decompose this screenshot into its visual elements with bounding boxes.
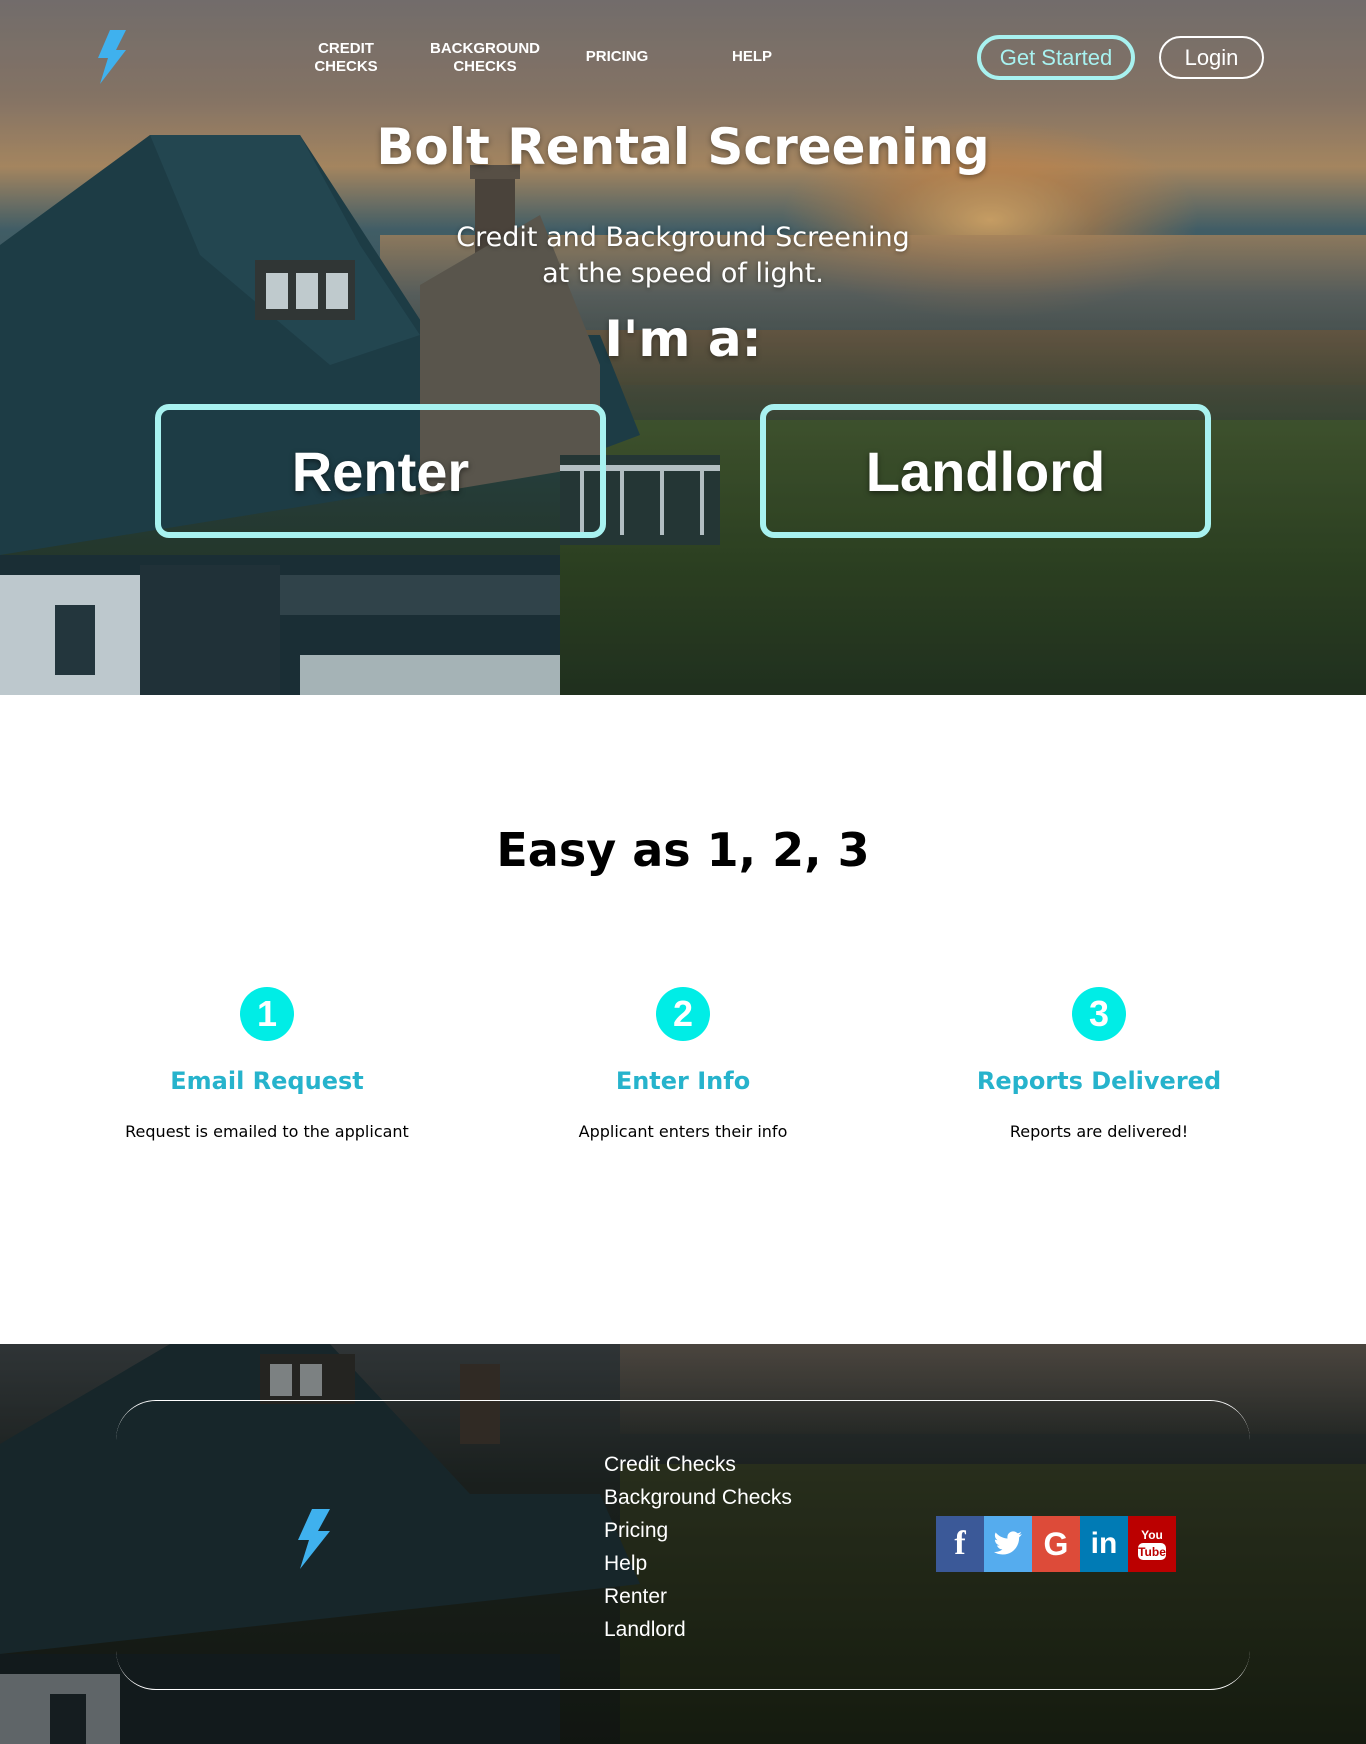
step-number-badge: 2 (656, 987, 710, 1041)
svg-text:Tube: Tube (1138, 1545, 1166, 1559)
footer-link-background-checks[interactable]: Background Checks (604, 1481, 792, 1514)
footer-link-help[interactable]: Help (604, 1547, 792, 1580)
step-title: Enter Info (615, 1067, 751, 1095)
youtube-logo-glyph: You Tube (1138, 1528, 1166, 1560)
footer-link-renter[interactable]: Renter (604, 1580, 792, 1613)
landlord-button[interactable]: Landlord (760, 404, 1211, 538)
social-links: f G in You Tube (936, 1516, 1176, 1572)
footer: Credit Checks Background Checks Pricing … (0, 1344, 1366, 1744)
step-number-badge: 3 (1072, 987, 1126, 1041)
nav-credit-checks[interactable]: CREDIT CHECKS (300, 40, 392, 76)
youtube-icon[interactable]: You Tube (1128, 1516, 1176, 1572)
nav-credit-checks-line2: CHECKS (314, 58, 378, 75)
step-title: Email Request (170, 1067, 364, 1095)
step-1: 1 Email Request Request is emailed to th… (57, 987, 477, 1141)
lightning-bolt-icon[interactable] (96, 30, 128, 84)
hero-section: CREDIT CHECKS BACKGROUND CHECKS PRICING … (0, 0, 1366, 695)
renter-button[interactable]: Renter (155, 404, 606, 538)
linkedin-icon[interactable]: in (1080, 1516, 1128, 1572)
hero-subtitle-line2: at the speed of light. (542, 258, 824, 289)
login-button[interactable]: Login (1159, 36, 1264, 79)
google-icon[interactable]: G (1032, 1516, 1080, 1572)
step-description: Reports are delivered! (1009, 1122, 1189, 1141)
steps-title: Easy as 1, 2, 3 (496, 823, 870, 877)
footer-link-landlord[interactable]: Landlord (604, 1613, 792, 1646)
step-3: 3 Reports Delivered Reports are delivere… (889, 987, 1309, 1141)
step-2: 2 Enter Info Applicant enters their info (473, 987, 893, 1141)
step-title: Reports Delivered (976, 1067, 1222, 1095)
role-prompt: I'm a: (604, 310, 762, 368)
nav-background-checks-line2: CHECKS (453, 58, 517, 75)
nav-help-label: HELP (731, 48, 772, 65)
svg-text:You: You (1141, 1528, 1163, 1542)
twitter-bird-glyph (993, 1531, 1022, 1555)
lightning-bolt-icon[interactable] (296, 1509, 332, 1569)
nav-help[interactable]: HELP (712, 48, 792, 66)
facebook-icon[interactable]: f (936, 1516, 984, 1572)
twitter-icon[interactable] (984, 1516, 1032, 1572)
footer-links: Credit Checks Background Checks Pricing … (604, 1448, 792, 1646)
hero-title: Bolt Rental Screening (376, 118, 990, 176)
nav-pricing-label: PRICING (585, 48, 649, 65)
step-description: Request is emailed to the applicant (125, 1122, 409, 1141)
nav-credit-checks-line1: CREDIT (318, 40, 374, 57)
step-number-badge: 1 (240, 987, 294, 1041)
nav-pricing[interactable]: PRICING (577, 48, 657, 66)
nav-background-checks-line1: BACKGROUND (430, 40, 540, 57)
step-description: Applicant enters their info (578, 1122, 788, 1141)
get-started-button[interactable]: Get Started (977, 35, 1135, 80)
hero-subtitle-line1: Credit and Background Screening (456, 222, 910, 253)
nav-background-checks[interactable]: BACKGROUND CHECKS (420, 40, 550, 76)
footer-link-credit-checks[interactable]: Credit Checks (604, 1448, 792, 1481)
hero-subtitle: Credit and Background Screening at the s… (0, 220, 1366, 292)
footer-link-pricing[interactable]: Pricing (604, 1514, 792, 1547)
